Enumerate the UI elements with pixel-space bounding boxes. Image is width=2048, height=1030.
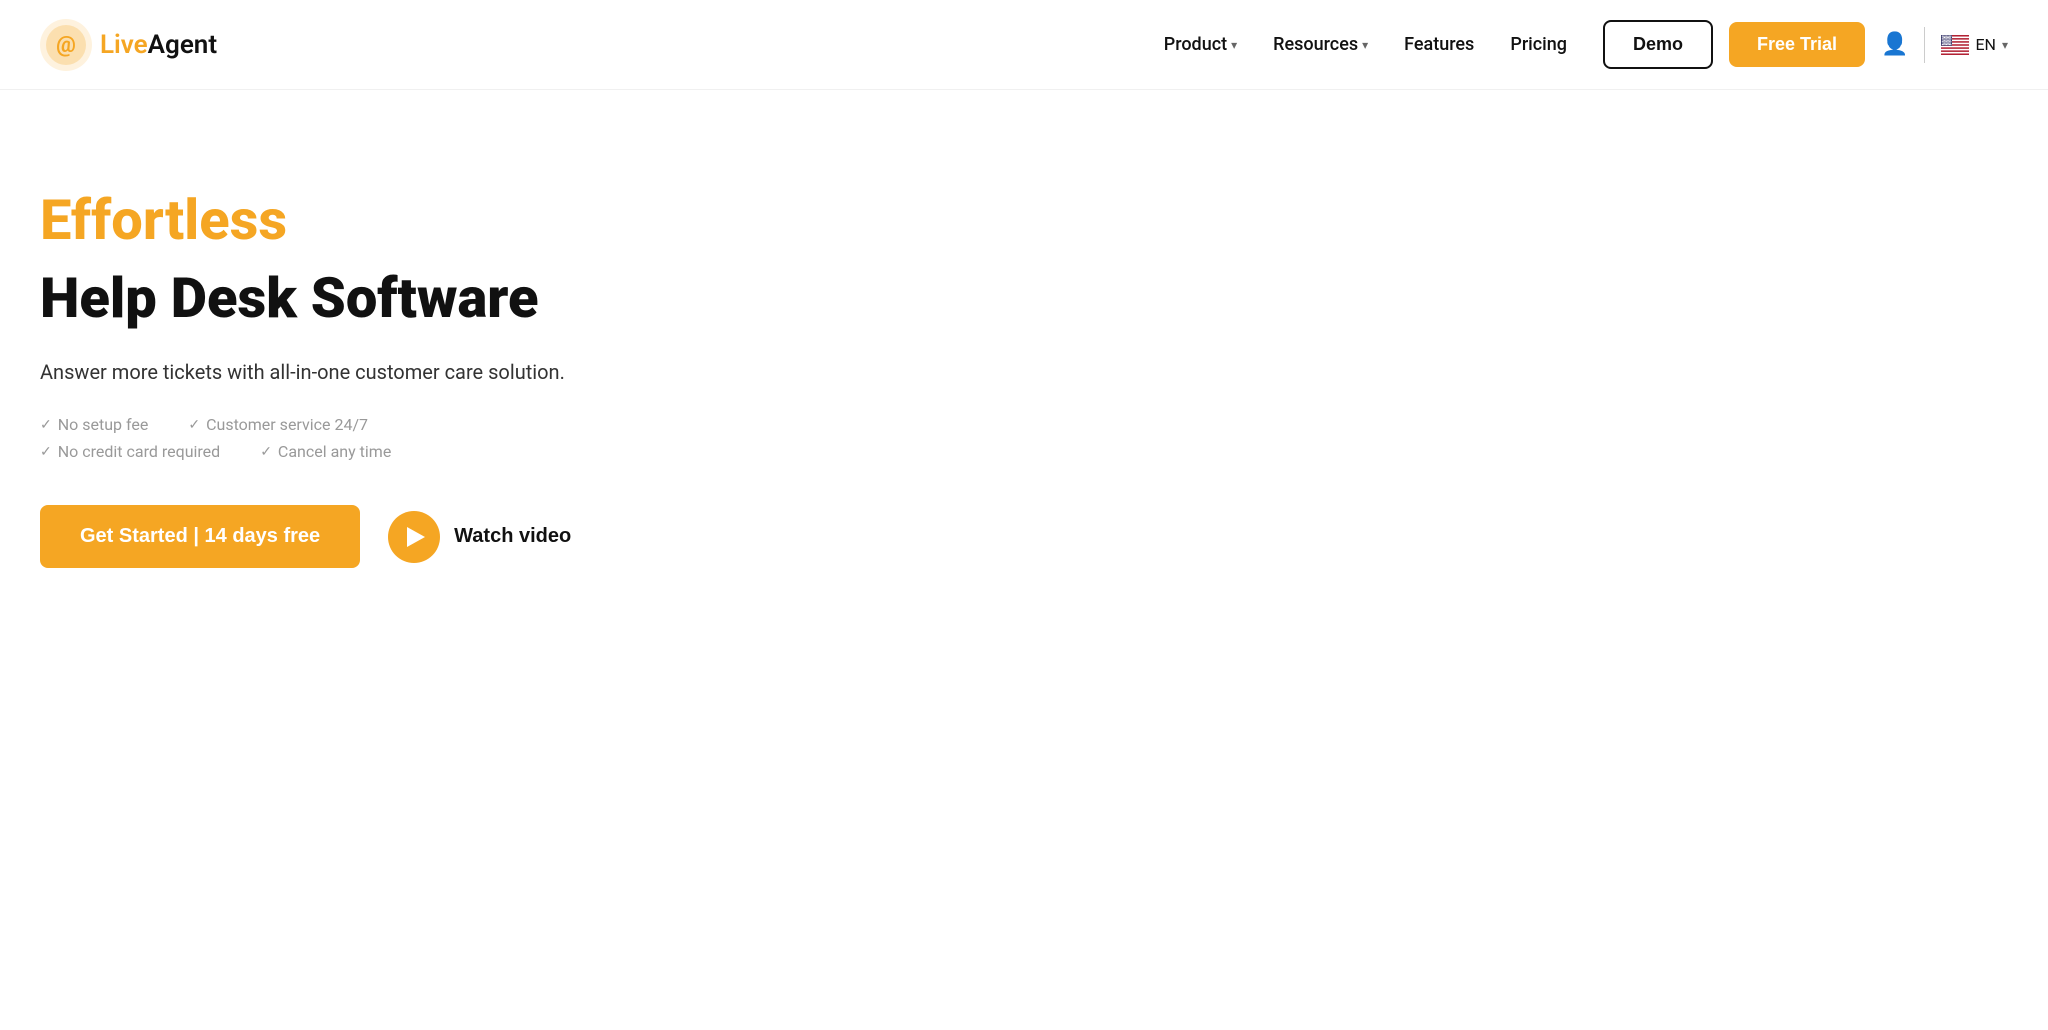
hero-actions: Get Started | 14 days free Watch video [40, 505, 660, 568]
hero-tagline: Effortless [40, 190, 660, 252]
hero-section: Effortless Help Desk Software Answer mor… [0, 90, 700, 648]
checkmark-icon: ✓ [260, 444, 272, 460]
hero-checks-row-2: ✓ No credit card required ✓ Cancel any t… [40, 442, 660, 461]
navbar: @ LiveAgent Product ▾ Resources ▾ Featur… [0, 0, 2048, 90]
nav-item-resources[interactable]: Resources ▾ [1273, 34, 1368, 55]
logo-link[interactable]: @ LiveAgent [40, 19, 217, 71]
watch-video-label: Watch video [454, 525, 571, 548]
nav-item-features[interactable]: Features [1404, 34, 1474, 55]
language-selector[interactable]: EN ▾ [1941, 35, 2008, 55]
logo-text: LiveAgent [100, 30, 217, 60]
nav-links: Product ▾ Resources ▾ Features Pricing [1164, 34, 1567, 55]
checkmark-icon: ✓ [188, 417, 200, 433]
hero-checks: ✓ No setup fee ✓ Customer service 24/7 ✓… [40, 415, 660, 461]
nav-item-product[interactable]: Product ▾ [1164, 34, 1237, 55]
logo-icon: @ [40, 19, 92, 71]
checkmark-icon: ✓ [40, 417, 52, 433]
checkmark-icon: ✓ [40, 444, 52, 460]
hero-title: Help Desk Software [40, 268, 660, 330]
check-no-credit-card: ✓ No credit card required [40, 442, 220, 461]
hero-subtitle: Answer more tickets with all-in-one cust… [40, 357, 660, 387]
chevron-down-icon: ▾ [1362, 38, 1368, 52]
check-customer-service: ✓ Customer service 24/7 [188, 415, 368, 434]
watch-video-button[interactable]: Watch video [388, 511, 571, 563]
check-no-setup-fee: ✓ No setup fee [40, 415, 148, 434]
chevron-down-icon: ▾ [1231, 38, 1237, 52]
user-icon[interactable]: 👤 [1881, 32, 1908, 57]
nav-divider [1924, 27, 1925, 63]
free-trial-button[interactable]: Free Trial [1729, 22, 1865, 67]
play-icon [388, 511, 440, 563]
nav-actions: Demo Free Trial 👤 [1603, 20, 2008, 69]
hero-checks-row-1: ✓ No setup fee ✓ Customer service 24/7 [40, 415, 660, 434]
check-cancel-anytime: ✓ Cancel any time [260, 442, 391, 461]
nav-item-pricing[interactable]: Pricing [1510, 34, 1567, 55]
svg-text:@: @ [56, 33, 76, 58]
lang-label: EN [1975, 35, 1996, 54]
get-started-button[interactable]: Get Started | 14 days free [40, 505, 360, 568]
us-flag-icon [1941, 35, 1969, 55]
lang-chevron-icon: ▾ [2002, 38, 2008, 52]
demo-button[interactable]: Demo [1603, 20, 1713, 69]
